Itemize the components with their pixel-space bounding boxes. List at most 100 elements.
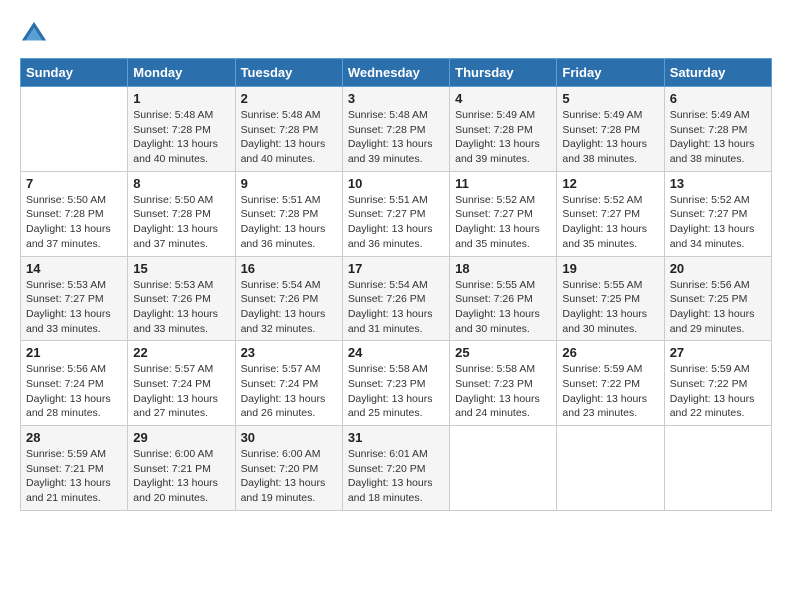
- calendar-cell: 9 Sunrise: 5:51 AM Sunset: 7:28 PM Daylig…: [235, 171, 342, 256]
- calendar-cell: 10 Sunrise: 5:51 AM Sunset: 7:27 PM Dayli…: [342, 171, 449, 256]
- calendar-cell: 22 Sunrise: 5:57 AM Sunset: 7:24 PM Dayli…: [128, 341, 235, 426]
- day-number: 4: [455, 91, 551, 106]
- day-number: 13: [670, 176, 766, 191]
- calendar-cell: 4 Sunrise: 5:49 AM Sunset: 7:28 PM Daylig…: [450, 87, 557, 172]
- day-number: 2: [241, 91, 337, 106]
- day-info: Sunrise: 5:49 AM Sunset: 7:28 PM Dayligh…: [562, 108, 658, 167]
- day-number: 3: [348, 91, 444, 106]
- day-number: 25: [455, 345, 551, 360]
- day-info: Sunrise: 5:50 AM Sunset: 7:28 PM Dayligh…: [26, 193, 122, 252]
- calendar-cell: 5 Sunrise: 5:49 AM Sunset: 7:28 PM Daylig…: [557, 87, 664, 172]
- day-number: 8: [133, 176, 229, 191]
- day-info: Sunrise: 6:00 AM Sunset: 7:21 PM Dayligh…: [133, 447, 229, 506]
- header-wednesday: Wednesday: [342, 59, 449, 87]
- day-number: 16: [241, 261, 337, 276]
- day-number: 26: [562, 345, 658, 360]
- day-info: Sunrise: 5:52 AM Sunset: 7:27 PM Dayligh…: [455, 193, 551, 252]
- day-info: Sunrise: 5:53 AM Sunset: 7:27 PM Dayligh…: [26, 278, 122, 337]
- day-info: Sunrise: 5:58 AM Sunset: 7:23 PM Dayligh…: [455, 362, 551, 421]
- calendar-cell: 24 Sunrise: 5:58 AM Sunset: 7:23 PM Dayli…: [342, 341, 449, 426]
- day-number: 24: [348, 345, 444, 360]
- day-number: 31: [348, 430, 444, 445]
- day-info: Sunrise: 5:48 AM Sunset: 7:28 PM Dayligh…: [348, 108, 444, 167]
- logo: [20, 20, 56, 48]
- day-number: 22: [133, 345, 229, 360]
- day-number: 6: [670, 91, 766, 106]
- calendar-week-row: 7Sunrise: 5:50 AM Sunset: 7:28 PM Daylig…: [21, 171, 772, 256]
- day-number: 18: [455, 261, 551, 276]
- day-info: Sunrise: 5:52 AM Sunset: 7:27 PM Dayligh…: [670, 193, 766, 252]
- day-info: Sunrise: 5:56 AM Sunset: 7:25 PM Dayligh…: [670, 278, 766, 337]
- day-info: Sunrise: 5:53 AM Sunset: 7:26 PM Dayligh…: [133, 278, 229, 337]
- calendar-cell: 20Sunrise: 5:56 AM Sunset: 7:25 PM Dayli…: [664, 256, 771, 341]
- calendar-cell: 2 Sunrise: 5:48 AM Sunset: 7:28 PM Daylig…: [235, 87, 342, 172]
- day-info: Sunrise: 6:00 AM Sunset: 7:20 PM Dayligh…: [241, 447, 337, 506]
- calendar-cell: 12 Sunrise: 5:52 AM Sunset: 7:27 PM Dayli…: [557, 171, 664, 256]
- calendar-cell: 28 Sunrise: 5:59 AM Sunset: 7:21 PM Dayli…: [21, 426, 128, 511]
- day-info: Sunrise: 5:59 AM Sunset: 7:22 PM Dayligh…: [562, 362, 658, 421]
- day-number: 23: [241, 345, 337, 360]
- day-number: 9: [241, 176, 337, 191]
- header-tuesday: Tuesday: [235, 59, 342, 87]
- calendar-cell: 1 Sunrise: 5:48 AM Sunset: 7:28 PM Daylig…: [128, 87, 235, 172]
- calendar-cell: 7Sunrise: 5:50 AM Sunset: 7:28 PM Daylig…: [21, 171, 128, 256]
- day-number: 17: [348, 261, 444, 276]
- calendar-cell: 27 Sunrise: 5:59 AM Sunset: 7:22 PM Dayli…: [664, 341, 771, 426]
- calendar-cell: 11 Sunrise: 5:52 AM Sunset: 7:27 PM Dayli…: [450, 171, 557, 256]
- page-header: [20, 20, 772, 48]
- calendar-week-row: 1 Sunrise: 5:48 AM Sunset: 7:28 PM Daylig…: [21, 87, 772, 172]
- calendar-week-row: 14 Sunrise: 5:53 AM Sunset: 7:27 PM Dayli…: [21, 256, 772, 341]
- calendar-cell: 8 Sunrise: 5:50 AM Sunset: 7:28 PM Daylig…: [128, 171, 235, 256]
- calendar-cell: 17Sunrise: 5:54 AM Sunset: 7:26 PM Dayli…: [342, 256, 449, 341]
- day-number: 15: [133, 261, 229, 276]
- calendar-cell: [450, 426, 557, 511]
- calendar-cell: 14 Sunrise: 5:53 AM Sunset: 7:27 PM Dayli…: [21, 256, 128, 341]
- day-number: 30: [241, 430, 337, 445]
- day-info: Sunrise: 5:56 AM Sunset: 7:24 PM Dayligh…: [26, 362, 122, 421]
- day-number: 21: [26, 345, 122, 360]
- day-info: Sunrise: 5:48 AM Sunset: 7:28 PM Dayligh…: [133, 108, 229, 167]
- day-number: 14: [26, 261, 122, 276]
- calendar-cell: 16 Sunrise: 5:54 AM Sunset: 7:26 PM Dayli…: [235, 256, 342, 341]
- calendar-cell: 30 Sunrise: 6:00 AM Sunset: 7:20 PM Dayli…: [235, 426, 342, 511]
- day-number: 1: [133, 91, 229, 106]
- day-info: Sunrise: 5:52 AM Sunset: 7:27 PM Dayligh…: [562, 193, 658, 252]
- day-info: Sunrise: 5:51 AM Sunset: 7:28 PM Dayligh…: [241, 193, 337, 252]
- calendar-cell: 13 Sunrise: 5:52 AM Sunset: 7:27 PM Dayli…: [664, 171, 771, 256]
- calendar-cell: 31 Sunrise: 6:01 AM Sunset: 7:20 PM Dayli…: [342, 426, 449, 511]
- header-sunday: Sunday: [21, 59, 128, 87]
- day-info: Sunrise: 5:58 AM Sunset: 7:23 PM Dayligh…: [348, 362, 444, 421]
- header-thursday: Thursday: [450, 59, 557, 87]
- calendar-cell: 26 Sunrise: 5:59 AM Sunset: 7:22 PM Dayli…: [557, 341, 664, 426]
- day-info: Sunrise: 5:51 AM Sunset: 7:27 PM Dayligh…: [348, 193, 444, 252]
- header-friday: Friday: [557, 59, 664, 87]
- day-info: Sunrise: 5:55 AM Sunset: 7:25 PM Dayligh…: [562, 278, 658, 337]
- calendar-cell: 15 Sunrise: 5:53 AM Sunset: 7:26 PM Dayli…: [128, 256, 235, 341]
- calendar-cell: 25 Sunrise: 5:58 AM Sunset: 7:23 PM Dayli…: [450, 341, 557, 426]
- day-info: Sunrise: 5:49 AM Sunset: 7:28 PM Dayligh…: [455, 108, 551, 167]
- logo-icon: [20, 20, 48, 48]
- day-info: Sunrise: 5:49 AM Sunset: 7:28 PM Dayligh…: [670, 108, 766, 167]
- header-saturday: Saturday: [664, 59, 771, 87]
- day-info: Sunrise: 6:01 AM Sunset: 7:20 PM Dayligh…: [348, 447, 444, 506]
- day-number: 27: [670, 345, 766, 360]
- day-info: Sunrise: 5:48 AM Sunset: 7:28 PM Dayligh…: [241, 108, 337, 167]
- day-number: 11: [455, 176, 551, 191]
- day-number: 28: [26, 430, 122, 445]
- calendar-cell: 3 Sunrise: 5:48 AM Sunset: 7:28 PM Daylig…: [342, 87, 449, 172]
- day-number: 5: [562, 91, 658, 106]
- calendar-cell: [664, 426, 771, 511]
- calendar-cell: [557, 426, 664, 511]
- day-info: Sunrise: 5:59 AM Sunset: 7:22 PM Dayligh…: [670, 362, 766, 421]
- day-info: Sunrise: 5:54 AM Sunset: 7:26 PM Dayligh…: [241, 278, 337, 337]
- day-number: 19: [562, 261, 658, 276]
- day-number: 10: [348, 176, 444, 191]
- day-number: 29: [133, 430, 229, 445]
- day-number: 12: [562, 176, 658, 191]
- day-info: Sunrise: 5:50 AM Sunset: 7:28 PM Dayligh…: [133, 193, 229, 252]
- calendar-cell: [21, 87, 128, 172]
- calendar-cell: 18Sunrise: 5:55 AM Sunset: 7:26 PM Dayli…: [450, 256, 557, 341]
- calendar-table: SundayMondayTuesdayWednesdayThursdayFrid…: [20, 58, 772, 511]
- day-info: Sunrise: 5:59 AM Sunset: 7:21 PM Dayligh…: [26, 447, 122, 506]
- day-info: Sunrise: 5:57 AM Sunset: 7:24 PM Dayligh…: [133, 362, 229, 421]
